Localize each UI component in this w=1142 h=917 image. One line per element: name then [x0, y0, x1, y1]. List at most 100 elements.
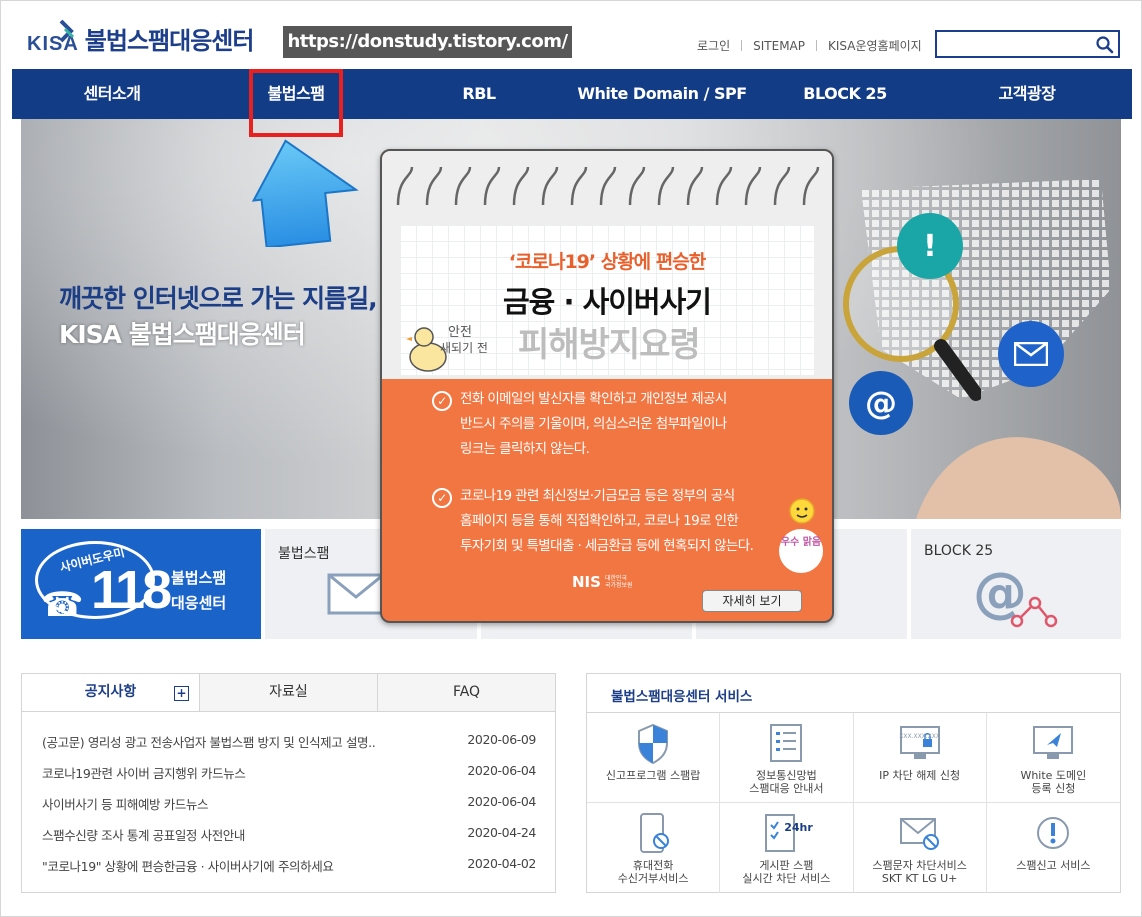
notice-date: 2020-04-02 [467, 856, 536, 871]
nis-subtext: 대한민국 국가정보원 [605, 575, 633, 589]
service-label: 휴대전화 수신거부서비스 [617, 859, 689, 885]
service-white-domain[interactable]: White 도메인 등록 신청 [986, 713, 1120, 803]
search-box [935, 30, 1120, 58]
services-panel: 불법스팸대응센터 서비스 신고프로그램 스팸랍 정보통신망법 스팸대응 안내서 [586, 673, 1121, 893]
search-input[interactable] [937, 32, 1087, 56]
nis-mark: NIS [572, 573, 601, 591]
phone-icon: ☎ [41, 585, 84, 625]
nis-subtext-1: 대한민국 [604, 575, 628, 582]
popup-subtitle: ‘코로나19’ 상황에 편승한 [508, 251, 706, 273]
service-ip-unblock[interactable]: XXX.XXX.XXX IP 차단 해제 신청 [853, 713, 987, 803]
duck-text-2: 새되기 전 [440, 341, 488, 355]
service-guide[interactable]: 정보통신망법 스팸대응 안내서 [720, 713, 854, 803]
service-label: IP 차단 해제 신청 [879, 769, 961, 782]
nav-item-block25[interactable]: BLOCK 25 [780, 69, 910, 119]
nav-item-rbl[interactable]: RBL [424, 69, 534, 119]
card-118-line2: 대응센터 [171, 594, 227, 612]
notice-title[interactable]: "코로나19" 상황에 편승한금융 · 사이버사기에 주의하세요 [42, 856, 334, 887]
mail-icon [327, 573, 385, 615]
popup-item: ✓ 전화 이메일의 발신자를 확인하고 개인정보 제공시 반드시 주의를 기울이… [432, 387, 812, 462]
kisa-home-link[interactable]: KISA운영홈페이지 [828, 37, 922, 54]
alert-circle-icon: ! [897, 213, 963, 279]
service-label: 신고프로그램 스팸랍 [605, 769, 701, 782]
check-icon: ✓ [432, 488, 452, 508]
divider [816, 40, 817, 51]
popup-item: ✓ 코로나19 관련 최신정보·기금모금 등은 정부의 공식 홈페이지 등을 통… [432, 484, 812, 559]
duck-icon: 안전 새되기 전 [406, 319, 506, 381]
popup-item-line: 반드시 주의를 기울이며, 의심스러운 첨부파일이나 [460, 416, 727, 432]
list-item[interactable]: 사이버사기 등 피해예방 카드뉴스 2020-06-04 [42, 794, 536, 825]
service-spamlab[interactable]: 신고프로그램 스팸랍 [587, 713, 721, 803]
nis-subtext-2: 국가정보원 [604, 582, 633, 589]
utility-links: 로그인 SITEMAP KISA운영홈페이지 [697, 37, 922, 54]
notice-board: 공지사항 + 자료실 FAQ (공고문) 영리성 광고 전송사업자 불법스팸 방… [21, 673, 556, 893]
ip-sample: XXX.XXX.XXX [899, 733, 941, 740]
service-phone-block[interactable]: 휴대전화 수신거부서비스 [587, 803, 721, 893]
nav-item-customer[interactable]: 고객광장 [967, 69, 1087, 119]
service-label: 스팸문자 차단서비스 SKT KT LG U+ [872, 859, 967, 885]
mail-circle-icon [998, 321, 1064, 387]
shield-icon [638, 723, 669, 765]
duck-text-1: 안전 [448, 325, 472, 340]
monitor-send-icon [1033, 726, 1074, 759]
popup-item-line: 홈페이지 등을 통해 직접확인하고, 코로나 19로 인한 [460, 513, 739, 529]
notice-list: (공고문) 영리성 광고 전송사업자 불법스팸 방지 및 인식제고 설명.. 20… [42, 732, 536, 887]
notice-title[interactable]: (공고문) 영리성 광고 전송사업자 불법스팸 방지 및 인식제고 설명.. [42, 732, 376, 763]
popup-item-line: 코로나19 관련 최신정보·기금모금 등은 정부의 공식 [460, 488, 735, 504]
login-link[interactable]: 로그인 [697, 37, 730, 54]
url-watermark: https://donstudy.tistory.com/ [283, 26, 572, 58]
hero-subslogan: KISA 불법스팸대응센터 [59, 320, 306, 349]
notice-tabs: 공지사항 + 자료실 FAQ [22, 674, 555, 712]
notice-title[interactable]: 사이버사기 등 피해예방 카드뉴스 [42, 794, 209, 825]
list-item[interactable]: 코로나19관련 사이버 금지행위 카드뉴스 2020-06-04 [42, 763, 536, 794]
notice-title[interactable]: 스팸수신량 조사 통계 공표일정 사전안내 [42, 825, 245, 856]
notice-date: 2020-06-04 [467, 794, 536, 809]
tab-resources[interactable]: 자료실 [199, 674, 377, 711]
popup-item-line: 투자기회 및 특별대출 · 세금환급 등에 현혹되지 않는다. [460, 538, 754, 554]
card-title: BLOCK 25 [924, 543, 994, 559]
nis-logo: NIS 대한민국 국가정보원 [572, 573, 633, 591]
service-sms-block[interactable]: 스팸문자 차단서비스 SKT KT LG U+ [854, 803, 987, 893]
list-item[interactable]: "코로나19" 상황에 편승한금융 · 사이버사기에 주의하세요 2020-04-… [42, 856, 536, 887]
tab-notice[interactable]: 공지사항 + [22, 674, 199, 711]
message-block-icon [899, 818, 939, 850]
popup-item-line: 전화 이메일의 발신자를 확인하고 개인정보 제공시 [460, 391, 727, 407]
sitemap-link[interactable]: SITEMAP [753, 39, 805, 53]
alert-icon [1037, 817, 1070, 849]
service-label: 정보통신망법 스팸대응 안내서 [749, 769, 824, 795]
popup-items: ✓ 전화 이메일의 발신자를 확인하고 개인정보 제공시 반드시 주의를 기울이… [432, 387, 812, 581]
nav-item-white-domain[interactable]: White Domain / SPF [572, 69, 752, 119]
site-logo[interactable]: KISA 불법스팸대응센터 [27, 19, 254, 56]
spiral-binding [396, 166, 820, 206]
service-label: White 도메인 등록 신청 [1020, 769, 1087, 795]
check-icon: ✓ [432, 391, 452, 411]
hero-slogan: 깨끗한 인터넷으로 가는 지름길, [59, 284, 378, 313]
card-118-center[interactable]: 사이버도우미 ☎ 118 불법스팸 대응센터 [21, 529, 261, 639]
service-label: 게시판 스팸 실시간 차단 서비스 [742, 859, 831, 885]
covid-warning-popup[interactable]: ‘코로나19’ 상황에 편승한 금융 · 사이버사기 피해방지요령 안전 새되기… [380, 149, 834, 623]
nav-item-center-intro[interactable]: 센터소개 [52, 69, 172, 119]
services-grid: 신고프로그램 스팸랍 정보통신망법 스팸대응 안내서 XXX.XXX.XXX I… [587, 712, 1120, 893]
list-item[interactable]: 스팸수신량 조사 통계 공표일정 사전안내 2020-04-24 [42, 825, 536, 856]
ip-lock-icon [899, 726, 940, 759]
service-spam-report[interactable]: 스팸신고 서비스 [987, 803, 1120, 893]
tab-faq[interactable]: FAQ [377, 674, 555, 711]
notice-date: 2020-06-09 [467, 732, 536, 747]
tab-label: 공지사항 [84, 684, 137, 700]
weather-badge: 우수 맑음 [779, 529, 823, 573]
list-item[interactable]: (공고문) 영리성 광고 전송사업자 불법스팸 방지 및 인식제고 설명.. 20… [42, 732, 536, 763]
search-icon[interactable] [1095, 35, 1114, 54]
popup-headline: 금융 · 사이버사기 [503, 285, 712, 319]
nav-highlight-box [249, 69, 343, 137]
service-board-block[interactable]: 24hr 게시판 스팸 실시간 차단 서비스 [720, 803, 854, 893]
blue-arrow-annotation [251, 139, 359, 247]
services-title: 불법스팸대응센터 서비스 [611, 689, 753, 705]
detail-button[interactable]: 자세히 보기 [702, 590, 802, 612]
at-circle-icon: @ [849, 371, 913, 435]
more-plus-icon[interactable]: + [174, 686, 189, 701]
notice-title[interactable]: 코로나19관련 사이버 금지행위 카드뉴스 [42, 763, 246, 794]
notice-date: 2020-04-24 [467, 825, 536, 840]
card-block25[interactable]: BLOCK 25 @ [911, 529, 1121, 639]
notice-date: 2020-06-04 [467, 763, 536, 778]
main-nav: 센터소개 불법스팸 RBL White Domain / SPF BLOCK 2… [12, 69, 1132, 119]
